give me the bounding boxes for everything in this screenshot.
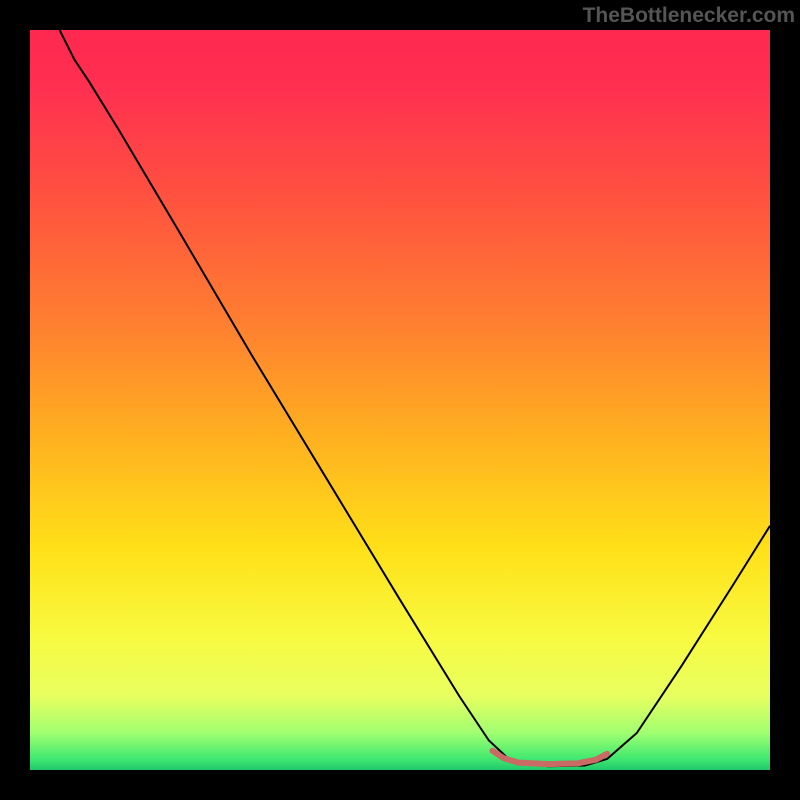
chart-plot-area (30, 30, 770, 770)
bottleneck-chart: TheBottlenecker.com (0, 0, 800, 800)
watermark-text: TheBottlenecker.com (583, 4, 795, 27)
